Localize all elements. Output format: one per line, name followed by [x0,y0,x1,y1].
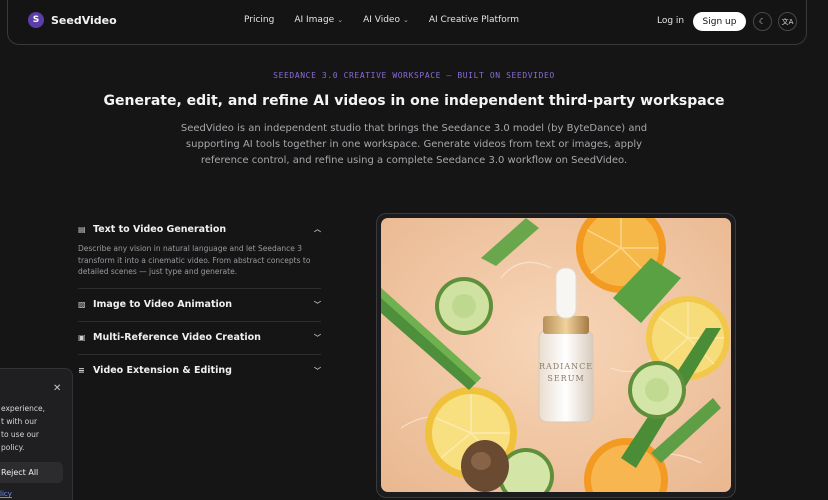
feature-item-image-to-video: ▨ Image to Video Animation ﹀ [78,289,321,322]
cookie-policy-link[interactable]: licy [0,490,12,498]
cookie-text-line: t with our [1,417,38,426]
cookie-text: experience, t with our to use our policy… [1,402,73,454]
feature-toggle[interactable]: ▣ Multi-Reference Video Creation ﹀ [78,322,321,354]
edit-icon: ≡ [78,366,85,375]
nav-link-label: AI Video [363,15,400,25]
brand-link[interactable]: S SeedVideo [28,12,117,28]
feature-title: Text to Video Generation [93,223,227,235]
feature-toggle[interactable]: ≡ Video Extension & Editing ﹀ [78,355,321,387]
cookie-text-line: policy. [1,443,25,452]
product-photo: RADIANCE SERUM [381,218,731,492]
translate-icon: 文A [781,17,794,26]
hero-subtext: SeedVideo is an independent studio that … [180,123,648,166]
serum-still-life-image: RADIANCE SERUM [381,218,731,492]
image-icon: ▨ [78,300,86,309]
nav-link-ai-video[interactable]: AI Video ⌄ [363,15,409,25]
signup-button[interactable]: Sign up [693,12,746,31]
chevron-down-icon: ⌄ [402,16,409,24]
bottle-label-line2: SERUM [547,374,584,383]
top-navbar: S SeedVideo Pricing AI Image ⌄ AI Video … [7,0,807,45]
feature-item-extension-editing: ≡ Video Extension & Editing ﹀ [78,355,321,387]
feature-item-multi-reference: ▣ Multi-Reference Video Creation ﹀ [78,322,321,355]
layers-icon: ▣ [78,333,86,342]
feature-description: Describe any vision in natural language … [78,244,311,276]
nav-link-ai-creative-platform[interactable]: AI Creative Platform [429,15,519,25]
nav-link-label: AI Creative Platform [428,15,520,25]
feature-title: Image to Video Animation [93,299,233,310]
feature-item-text-to-video: ▤ Text to Video Generation ︿ Describe an… [78,213,321,289]
theme-toggle-button[interactable]: ☾ [753,12,772,31]
feature-title: Multi-Reference Video Creation [93,332,261,343]
moon-icon: ☾ [758,17,767,26]
language-button[interactable]: 文A [778,12,797,31]
chevron-down-icon: ⌄ [337,16,344,24]
nav-links: Pricing AI Image ⌄ AI Video ⌄ AI Creativ… [244,15,519,25]
chevron-down-icon: ﹀ [314,300,321,309]
cookie-text-line: to use our [1,430,39,439]
close-icon[interactable]: ✕ [53,383,61,394]
brand-name: SeedVideo [51,13,117,27]
document-icon: ▤ [78,224,86,234]
reject-all-button[interactable]: Reject All [0,462,63,483]
cookie-text-line: experience, [1,404,45,413]
feature-toggle[interactable]: ▤ Text to Video Generation ︿ [78,213,321,245]
hero-eyebrow: SEEDANCE 3.0 CREATIVE WORKSPACE — BUILT … [273,71,555,80]
nav-link-label: Pricing [244,15,275,25]
chevron-up-icon: ︿ [314,225,321,233]
nav-link-pricing[interactable]: Pricing [244,15,274,25]
feature-title: Video Extension & Editing [93,365,232,376]
brand-logo: S [28,12,44,28]
feature-toggle[interactable]: ▨ Image to Video Animation ﹀ [78,289,321,321]
chevron-down-icon: ﹀ [314,333,321,342]
chevron-down-icon: ﹀ [314,366,321,375]
login-link[interactable]: Log in [657,16,684,26]
nav-link-ai-image[interactable]: AI Image ⌄ [294,15,343,25]
nav-link-label: AI Image [294,15,335,25]
cookie-consent-popup: ✕ experience, t with our to use our poli… [0,368,73,500]
hero-headline: Generate, edit, and refine AI videos in … [103,93,725,109]
feature-accordion: ▤ Text to Video Generation ︿ Describe an… [78,213,321,387]
bottle-label-line1: RADIANCE [539,362,593,371]
feature-preview-card: RADIANCE SERUM [376,213,736,498]
